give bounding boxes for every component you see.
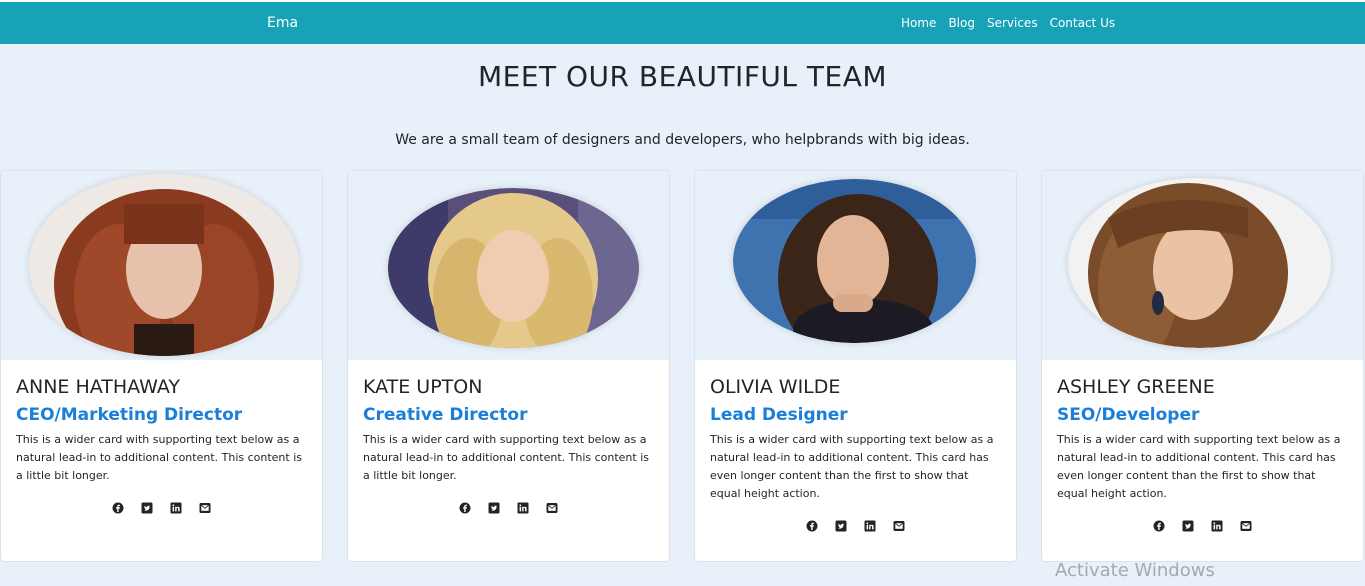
member-role: Lead Designer: [710, 405, 848, 425]
social-links: [16, 499, 307, 514]
facebook-icon[interactable]: [459, 499, 471, 514]
card-image-area: [1042, 171, 1363, 360]
page-title: MEET OUR BEAUTIFUL TEAM: [477, 60, 888, 93]
brand-link[interactable]: Ema: [267, 15, 298, 31]
facebook-icon[interactable]: [806, 517, 818, 532]
member-description: This is a wider card with supporting tex…: [16, 433, 302, 482]
member-name: ASHLEY GREENE: [1057, 376, 1215, 398]
page-subtitle: We are a small team of designers and dev…: [395, 132, 970, 148]
card-body: KATE UPTON Creative Director This is a w…: [348, 360, 669, 514]
card-image-area: [1, 171, 322, 360]
social-links: [1057, 517, 1348, 532]
member-description: This is a wider card with supporting tex…: [710, 433, 994, 500]
navbar: Ema Home Blog Services Contact Us: [0, 2, 1365, 44]
social-links: [363, 499, 654, 514]
team-card-anne-hathaway: ANNE HATHAWAY CEO/Marketing Director Thi…: [0, 170, 323, 562]
nav-links: Home Blog Services Contact Us: [901, 16, 1115, 30]
member-name: KATE UPTON: [363, 376, 483, 398]
envelope-icon[interactable]: [546, 499, 558, 513]
member-name: OLIVIA WILDE: [710, 376, 841, 398]
member-role: SEO/Developer: [1057, 405, 1200, 425]
facebook-icon[interactable]: [1153, 517, 1165, 532]
nav-link-services[interactable]: Services: [987, 16, 1038, 30]
team-card-kate-upton: KATE UPTON Creative Director This is a w…: [347, 170, 670, 562]
member-name: ANNE HATHAWAY: [16, 376, 181, 398]
nav-link-contact-us[interactable]: Contact Us: [1050, 16, 1116, 30]
card-body: ANNE HATHAWAY CEO/Marketing Director Thi…: [1, 360, 322, 514]
activate-windows-watermark: Activate Windows: [1055, 560, 1215, 581]
portrait-photo-auburn-hair: [29, 174, 299, 356]
linkedin-icon[interactable]: [1211, 517, 1223, 532]
linkedin-icon[interactable]: [517, 499, 529, 514]
social-links: [710, 517, 1001, 532]
card-image-area: [348, 171, 669, 360]
portrait-photo-light-brown-hair: [1068, 178, 1331, 348]
team-card-olivia-wilde: OLIVIA WILDE Lead Designer This is a wid…: [694, 170, 1017, 562]
portrait-photo-brunette-smiling: [733, 179, 976, 343]
card-body: OLIVIA WILDE Lead Designer This is a wid…: [695, 360, 1016, 532]
team-card-ashley-greene: ASHLEY GREENE SEO/Developer This is a wi…: [1041, 170, 1364, 562]
linkedin-icon[interactable]: [170, 499, 182, 514]
envelope-icon[interactable]: [1240, 517, 1252, 531]
member-role: Creative Director: [363, 405, 528, 425]
member-description: This is a wider card with supporting tex…: [1057, 433, 1341, 500]
nav-link-home[interactable]: Home: [901, 16, 936, 30]
twitter-icon[interactable]: [141, 499, 153, 514]
portrait-photo-blonde-hair: [388, 188, 639, 348]
member-description: This is a wider card with supporting tex…: [363, 433, 649, 482]
envelope-icon[interactable]: [199, 499, 211, 513]
nav-link-blog[interactable]: Blog: [948, 16, 975, 30]
member-role: CEO/Marketing Director: [16, 405, 243, 425]
card-image-area: [695, 171, 1016, 360]
twitter-icon[interactable]: [488, 499, 500, 514]
linkedin-icon[interactable]: [864, 517, 876, 532]
twitter-icon[interactable]: [835, 517, 847, 532]
card-body: ASHLEY GREENE SEO/Developer This is a wi…: [1042, 360, 1363, 532]
twitter-icon[interactable]: [1182, 517, 1194, 532]
envelope-icon[interactable]: [893, 517, 905, 531]
facebook-icon[interactable]: [112, 499, 124, 514]
